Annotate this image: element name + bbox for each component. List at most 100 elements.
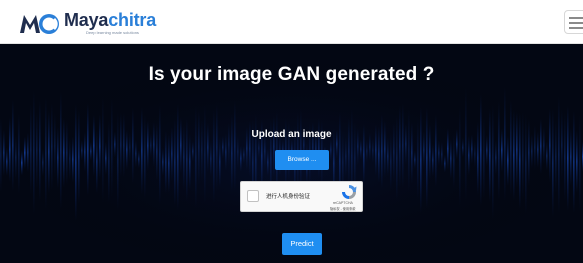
wave-bar <box>87 103 89 196</box>
wave-bar <box>105 141 107 175</box>
wave-bar <box>117 111 119 211</box>
wave-bar <box>498 101 500 201</box>
wave-bar <box>438 140 440 166</box>
wave-bar <box>120 112 122 178</box>
wave-bar <box>81 140 83 161</box>
wave-bar <box>195 105 197 210</box>
wave-bar <box>189 133 191 190</box>
wave-bar <box>558 96 560 214</box>
wave-bar <box>552 108 554 218</box>
wave-bar <box>231 114 233 193</box>
wave-bar <box>216 103 218 192</box>
wave-bar <box>30 104 32 196</box>
wave-bar <box>36 111 38 190</box>
wave-bar <box>561 109 563 182</box>
wave-bar <box>12 99 14 192</box>
wave-bar <box>21 150 23 176</box>
wave-bar <box>408 109 410 192</box>
nav-menu-toggle[interactable] <box>564 10 583 34</box>
wave-bar <box>462 137 464 158</box>
recaptcha-widget: 进行人机身份验证 reCAPTCHA 隐私权 - 使用条款 <box>240 181 363 212</box>
mc-logo-icon <box>20 14 59 34</box>
wave-bar <box>399 105 401 187</box>
hero-section: Is your image GAN generated ? Upload an … <box>0 44 583 263</box>
wave-bar <box>330 139 332 162</box>
wave-bar <box>504 86 506 202</box>
brand-name-dark: Maya <box>64 10 109 30</box>
wave-bar <box>522 111 524 201</box>
wave-bar <box>192 141 194 162</box>
wave-bar <box>147 120 149 171</box>
wave-bar <box>219 136 221 188</box>
wave-bar <box>90 141 92 161</box>
wave-bar <box>138 150 140 169</box>
wave-bar <box>135 139 137 168</box>
wave-bar <box>123 112 125 178</box>
brand-logo-link[interactable]: Mayachitra Deep learning made solutions <box>18 8 156 38</box>
upload-label: Upload an image <box>251 129 332 140</box>
wave-bar <box>372 137 374 164</box>
wave-bar <box>348 117 350 186</box>
wave-bar <box>489 108 491 203</box>
wave-bar <box>420 107 422 213</box>
wave-bar <box>540 118 542 174</box>
wave-bar <box>9 117 11 182</box>
wave-bar <box>45 97 47 210</box>
recaptcha-checkbox[interactable] <box>247 190 259 202</box>
wave-bar <box>513 109 515 201</box>
wave-bar <box>480 94 482 206</box>
wave-bar <box>132 107 134 185</box>
wave-bar <box>213 108 215 204</box>
wave-bar <box>432 143 434 177</box>
wave-bar <box>516 111 518 189</box>
wave-bar <box>15 134 17 181</box>
predict-button[interactable]: Predict <box>282 233 322 255</box>
wave-bar <box>168 134 170 193</box>
wave-bar <box>468 135 470 176</box>
recaptcha-terms-link[interactable]: 隐私权 - 使用条款 <box>330 206 356 211</box>
wave-bar <box>42 148 44 177</box>
wave-bar <box>510 100 512 197</box>
wave-bar <box>18 113 20 194</box>
wave-bar <box>435 114 437 188</box>
wave-bar <box>99 114 101 179</box>
recaptcha-label: 进行人机身份验证 <box>266 194 311 200</box>
wave-bar <box>162 148 164 176</box>
hamburger-line <box>569 27 583 29</box>
wave-bar <box>360 138 362 160</box>
page-title: Is your image GAN generated ? <box>148 64 435 85</box>
navbar: Mayachitra Deep learning made solutions <box>0 0 583 44</box>
wave-bar <box>546 141 548 171</box>
wave-bar <box>387 136 389 176</box>
wave-bar <box>165 130 167 194</box>
wave-bar <box>453 133 455 189</box>
wave-bar <box>6 147 8 176</box>
wave-bar <box>198 109 200 186</box>
wave-bar <box>51 103 53 191</box>
wave-bar <box>465 86 467 202</box>
brand-text: Mayachitra Deep learning made solutions <box>64 11 156 35</box>
wave-bar <box>567 105 569 211</box>
wave-bar <box>60 91 62 210</box>
wave-bar <box>54 112 56 179</box>
wave-bar <box>177 103 179 210</box>
wave-bar <box>78 109 80 204</box>
browse-button[interactable]: Browse ... <box>275 150 329 170</box>
wave-bar <box>75 104 77 222</box>
recaptcha-brand: reCAPTCHA <box>333 201 353 205</box>
wave-bar <box>492 104 494 220</box>
wave-bar <box>204 104 206 205</box>
wave-bar <box>573 111 575 214</box>
wave-bar <box>345 135 347 177</box>
wave-bar <box>267 148 269 177</box>
brand-tagline: Deep learning made solutions <box>86 30 139 35</box>
wave-bar <box>495 139 497 176</box>
brand-name-accent: chitra <box>108 10 157 30</box>
recaptcha-icon <box>342 185 357 199</box>
wave-bar <box>396 114 398 201</box>
wave-bar <box>243 145 245 164</box>
wave-bar <box>414 150 416 169</box>
wave-bar <box>24 136 26 170</box>
wave-bar <box>258 137 260 160</box>
wave-bar <box>72 136 74 183</box>
